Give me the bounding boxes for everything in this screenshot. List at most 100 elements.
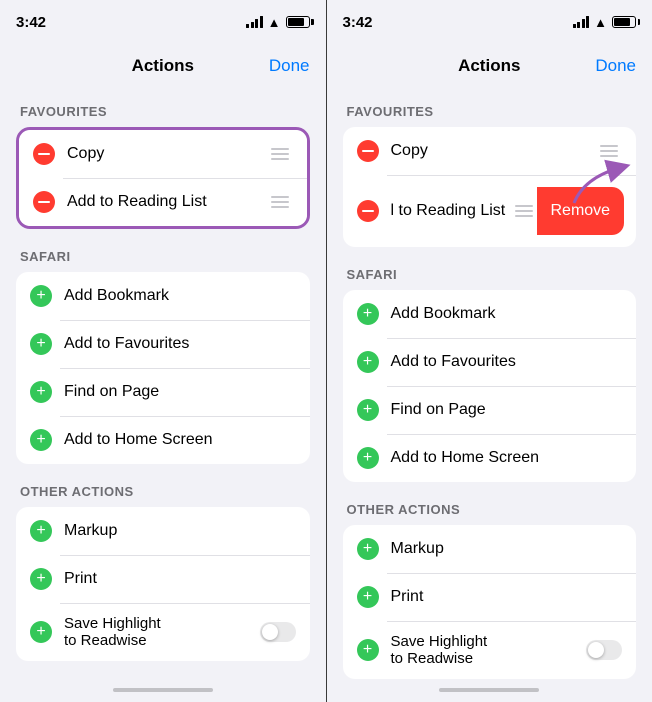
drag-handle-copy-right[interactable] (596, 141, 622, 161)
other-card-right: Markup Print Save Highlight to Readwise (343, 525, 637, 679)
minus-icon-reading-right[interactable] (357, 200, 379, 222)
save-highlight-toggle-left[interactable] (260, 622, 296, 642)
status-bar-left: 3:42 ▲ (0, 0, 326, 44)
wifi-icon: ▲ (268, 15, 281, 30)
home-bar-right (439, 688, 539, 692)
save-highlight-row-right: Save Highlight to Readwise (343, 621, 637, 679)
plus-icon-save-left[interactable] (30, 621, 52, 643)
reading-list-row-left: Add to Reading List (19, 178, 307, 226)
nav-title-right: Actions (458, 56, 520, 76)
save-highlight-toggle-right[interactable] (586, 640, 622, 660)
done-button-left[interactable]: Done (269, 56, 310, 76)
purple-outline: Copy Add to Reading List (16, 127, 310, 229)
plus-icon-home-left[interactable] (30, 429, 52, 451)
nav-bar-right: Actions Done (327, 44, 652, 88)
section-label-other-left: Other Actions (16, 484, 310, 499)
home-bar-left (113, 688, 213, 692)
plus-icon-save-right[interactable] (357, 639, 379, 661)
add-bookmark-row-left: Add Bookmark (16, 272, 310, 320)
markup-row-right: Markup (343, 525, 637, 573)
drag-handle-reading-left[interactable] (267, 192, 293, 212)
safari-card-left: Add Bookmark Add to Favourites Find on P… (16, 272, 310, 464)
save-highlight-label-right: Save Highlight to Readwise (391, 633, 587, 667)
add-favourites-label-right: Add to Favourites (391, 353, 623, 371)
add-favourites-label-left: Add to Favourites (64, 335, 296, 353)
status-icons-right: ▲ (573, 15, 636, 30)
section-label-favourites-left: Favourites (16, 104, 310, 119)
done-button-right[interactable]: Done (595, 56, 636, 76)
nav-bar-left: Actions Done (0, 44, 326, 88)
add-home-label-right: Add to Home Screen (391, 449, 623, 467)
add-favourites-row-right: Add to Favourites (343, 338, 637, 386)
markup-row-left: Markup (16, 507, 310, 555)
status-time-left: 3:42 (16, 14, 46, 31)
add-bookmark-label-right: Add Bookmark (391, 305, 623, 323)
reading-list-row-right: l to Reading List Remove (343, 175, 637, 247)
find-page-row-right: Find on Page (343, 386, 637, 434)
print-label-left: Print (64, 570, 296, 588)
plus-icon-print-right[interactable] (357, 586, 379, 608)
print-row-left: Print (16, 555, 310, 603)
markup-label-left: Markup (64, 522, 296, 540)
save-highlight-label-left: Save Highlight to Readwise (64, 615, 260, 649)
home-indicator-left (0, 682, 326, 702)
battery-icon-right (612, 16, 636, 28)
find-page-label-right: Find on Page (391, 401, 623, 419)
content-right: Favourites Copy l to Reading List Remove (327, 88, 652, 682)
plus-icon-bookmark-left[interactable] (30, 285, 52, 307)
copy-row-right: Copy (343, 127, 637, 175)
remove-button[interactable]: Remove (537, 187, 625, 235)
plus-icon-find-left[interactable] (30, 381, 52, 403)
plus-icon-bookmark-right[interactable] (357, 303, 379, 325)
favourites-outline-container: Copy Add to Reading List (16, 127, 310, 229)
copy-row-left: Copy (19, 130, 307, 178)
add-home-label-left: Add to Home Screen (64, 431, 296, 449)
drag-handle-reading-right[interactable] (511, 201, 537, 221)
favourites-card-right: Copy l to Reading List Remove (343, 127, 637, 247)
minus-icon-copy-right[interactable] (357, 140, 379, 162)
plus-icon-markup-left[interactable] (30, 520, 52, 542)
favourites-card-left: Copy Add to Reading List (19, 130, 307, 226)
signal-icon (246, 16, 263, 28)
find-page-row-left: Find on Page (16, 368, 310, 416)
status-time-right: 3:42 (343, 14, 373, 31)
find-page-label-left: Find on Page (64, 383, 296, 401)
nav-title-left: Actions (132, 56, 194, 76)
wifi-icon-right: ▲ (594, 15, 607, 30)
plus-icon-print-left[interactable] (30, 568, 52, 590)
reading-list-label-left: Add to Reading List (67, 193, 267, 211)
add-bookmark-label-left: Add Bookmark (64, 287, 296, 305)
copy-label-left: Copy (67, 145, 267, 163)
markup-label-right: Markup (391, 540, 623, 558)
right-panel: 3:42 ▲ Actions Done Favourites Copy (327, 0, 652, 702)
reading-list-label-right: l to Reading List (391, 202, 511, 220)
section-label-safari-left: Safari (16, 249, 310, 264)
print-label-right: Print (391, 588, 623, 606)
plus-icon-favourites-left[interactable] (30, 333, 52, 355)
signal-icon-right (573, 16, 590, 28)
print-row-right: Print (343, 573, 637, 621)
plus-icon-home-right[interactable] (357, 447, 379, 469)
content-left: Favourites Copy Add to Reading List (0, 88, 326, 682)
plus-icon-find-right[interactable] (357, 399, 379, 421)
plus-icon-favourites-right[interactable] (357, 351, 379, 373)
save-highlight-row-left: Save Highlight to Readwise (16, 603, 310, 661)
home-indicator-right (327, 682, 652, 702)
add-favourites-row-left: Add to Favourites (16, 320, 310, 368)
minus-icon-reading-left[interactable] (33, 191, 55, 213)
copy-label-right: Copy (391, 142, 597, 160)
add-home-row-left: Add to Home Screen (16, 416, 310, 464)
section-label-other-right: Other Actions (343, 502, 637, 517)
add-home-row-right: Add to Home Screen (343, 434, 637, 482)
battery-icon (286, 16, 310, 28)
section-label-favourites-right: Favourites (343, 104, 637, 119)
drag-handle-copy-left[interactable] (267, 144, 293, 164)
minus-icon-copy-left[interactable] (33, 143, 55, 165)
add-bookmark-row-right: Add Bookmark (343, 290, 637, 338)
status-bar-right: 3:42 ▲ (327, 0, 652, 44)
section-label-safari-right: Safari (343, 267, 637, 282)
plus-icon-markup-right[interactable] (357, 538, 379, 560)
other-card-left: Markup Print Save Highlight to Readwise (16, 507, 310, 661)
left-panel: 3:42 ▲ Actions Done Favourites (0, 0, 326, 702)
safari-card-right: Add Bookmark Add to Favourites Find on P… (343, 290, 637, 482)
